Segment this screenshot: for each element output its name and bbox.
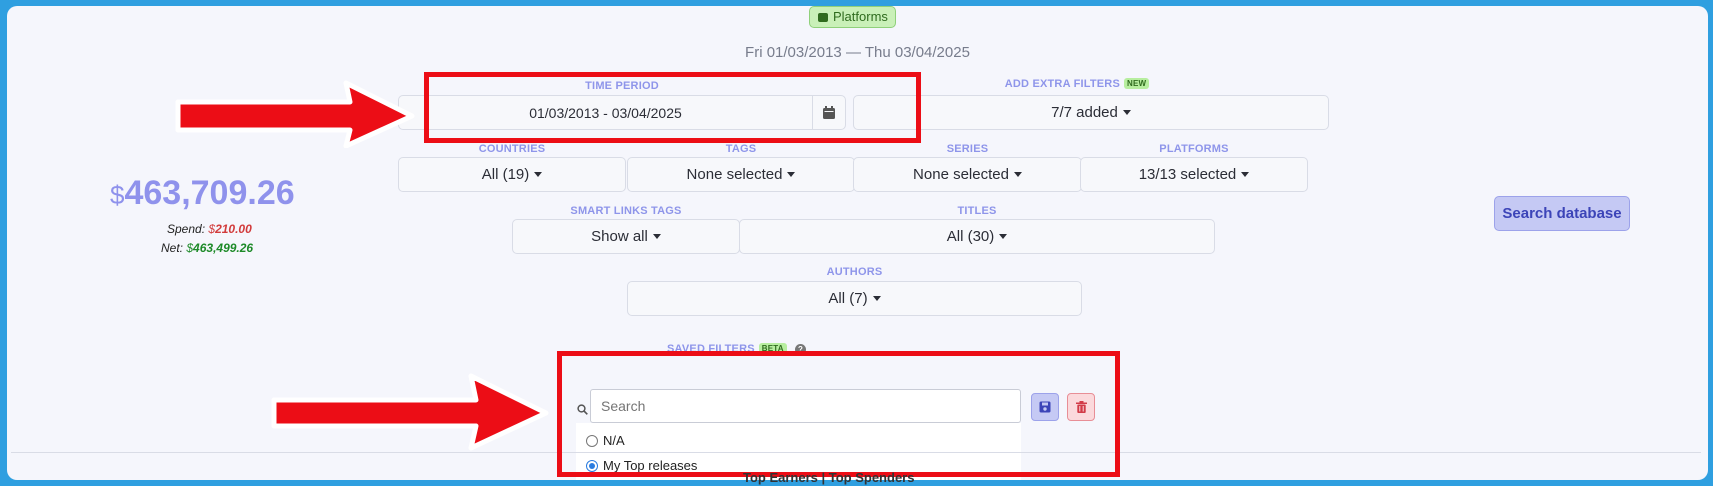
platforms-badge-label: Platforms — [833, 9, 888, 24]
caret-down-icon — [652, 234, 661, 239]
series-value: None selected — [913, 166, 1009, 183]
bottom-tabs-cut: Top Earners | Top Spenders — [743, 470, 915, 485]
platforms-dropdown[interactable]: 13/13 selected — [1080, 157, 1308, 192]
series-label: SERIES — [946, 143, 989, 155]
tags-label: TAGS — [725, 143, 757, 155]
caret-down-icon — [1122, 110, 1131, 115]
net-value: 463,499.26 — [193, 241, 254, 255]
smart-links-tags-value: Show all — [591, 228, 648, 245]
net-line: Net: $463,499.26 — [161, 241, 253, 255]
spend-label: Spend: — [167, 222, 206, 236]
total-amount: $463,709.26 — [110, 174, 295, 213]
smart-links-tags-label: SMART LINKS TAGS — [570, 205, 682, 217]
caret-down-icon — [999, 234, 1008, 239]
tags-value: None selected — [686, 166, 783, 183]
red-arrow-icon — [271, 373, 549, 451]
caret-down-icon — [872, 296, 881, 301]
platform-icon — [818, 12, 828, 22]
annotation-frame-saved-filters — [557, 351, 1120, 477]
countries-value: All (19) — [481, 166, 530, 183]
platforms-label: PLATFORMS — [1159, 143, 1229, 155]
series-dropdown[interactable]: None selected — [853, 157, 1082, 192]
tags-dropdown[interactable]: None selected — [627, 157, 855, 192]
authors-dropdown[interactable]: All (7) — [627, 281, 1082, 316]
smart-links-tags-dropdown[interactable]: Show all — [512, 219, 740, 254]
spend-line: Spend: $210.00 — [167, 222, 252, 236]
extra-filters-label-text: ADD EXTRA FILTERS — [1004, 78, 1120, 90]
caret-down-icon — [1013, 172, 1022, 177]
titles-dropdown[interactable]: All (30) — [739, 219, 1215, 254]
countries-dropdown[interactable]: All (19) — [398, 157, 626, 192]
red-arrow-icon — [175, 80, 415, 148]
extra-filters-value: 7/7 added — [1051, 104, 1118, 121]
net-label: Net: — [161, 241, 184, 255]
annotation-frame-time-period — [424, 72, 921, 143]
countries-label: COUNTRIES — [478, 143, 546, 155]
platforms-badge[interactable]: Platforms — [809, 6, 896, 28]
spend-value: 210.00 — [215, 222, 252, 236]
caret-down-icon — [1241, 172, 1250, 177]
date-range-title: Fri 01/03/2013 — Thu 03/04/2025 — [745, 44, 970, 61]
new-tag: NEW — [1123, 78, 1150, 89]
titles-value: All (30) — [946, 228, 995, 245]
authors-value: All (7) — [828, 290, 868, 307]
caret-down-icon — [787, 172, 796, 177]
total-value: 463,709.26 — [124, 174, 295, 212]
platforms-value: 13/13 selected — [1138, 166, 1237, 183]
extra-filters-dropdown[interactable]: 7/7 added — [853, 95, 1329, 130]
caret-down-icon — [534, 172, 543, 177]
search-database-button[interactable]: Search database — [1494, 196, 1630, 231]
total-currency: $ — [110, 180, 125, 210]
titles-label: TITLES — [957, 205, 997, 217]
authors-label: AUTHORS — [826, 266, 883, 278]
